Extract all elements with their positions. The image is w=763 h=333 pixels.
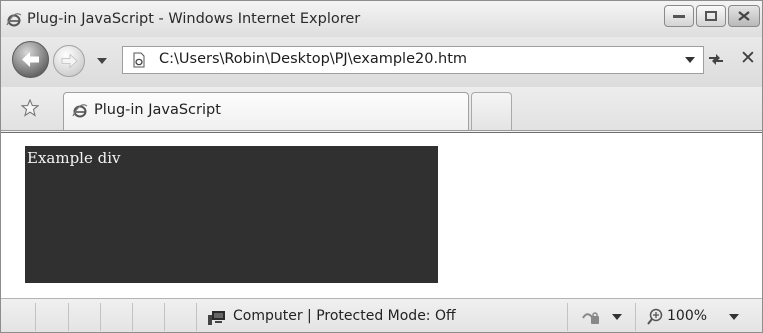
recent-pages-button[interactable]	[96, 54, 108, 64]
title-bar: Plug-in JavaScript - Windows Internet Ex…	[1, 1, 762, 37]
tab-label: Plug-in JavaScript	[94, 102, 221, 118]
forward-button[interactable]	[53, 45, 85, 77]
favorites-star-icon[interactable]	[21, 99, 39, 117]
example-div-text: Example div	[27, 149, 121, 167]
page-icon	[133, 52, 145, 68]
add-on-security-icon[interactable]	[581, 308, 601, 326]
forward-arrow-icon	[61, 53, 78, 69]
status-divider	[35, 303, 36, 331]
navigation-bar: C:\Users\Robin\Desktop\PJ\example20.htm …	[1, 37, 762, 87]
back-arrow-icon	[22, 52, 39, 67]
tab-plug-in-javascript[interactable]: Plug-in JavaScript	[63, 92, 469, 130]
address-bar[interactable]: C:\Users\Robin\Desktop\PJ\example20.htm	[122, 46, 704, 74]
status-divider	[196, 303, 197, 331]
new-tab-button[interactable]	[471, 92, 512, 130]
ie-page-icon	[72, 104, 88, 118]
security-zone-text[interactable]: Computer | Protected Mode: Off	[233, 308, 456, 324]
maximize-icon	[705, 11, 717, 21]
page-content: Example div	[1, 132, 762, 298]
chevron-down-icon	[97, 58, 107, 64]
window-title: Plug-in JavaScript - Windows Internet Ex…	[27, 11, 361, 27]
zoom-dropdown[interactable]	[729, 314, 739, 320]
zoom-icon[interactable]	[647, 308, 664, 325]
maximize-button[interactable]	[696, 5, 726, 27]
example-div: Example div	[25, 146, 438, 283]
refresh-icon	[709, 54, 723, 65]
status-divider	[164, 303, 165, 331]
window-controls	[662, 5, 760, 27]
tab-bar: Plug-in JavaScript	[1, 87, 762, 131]
back-button[interactable]	[12, 41, 49, 78]
minimize-icon	[673, 15, 685, 18]
minimize-button[interactable]	[664, 5, 694, 27]
close-icon	[738, 11, 750, 21]
status-bar: Computer | Protected Mode: Off 100%	[1, 298, 762, 332]
chevron-down-icon	[685, 57, 695, 63]
chevron-down-icon	[729, 314, 739, 320]
zoom-level[interactable]: 100%	[667, 308, 707, 324]
browser-window: Plug-in JavaScript - Windows Internet Ex…	[0, 0, 763, 333]
chevron-down-icon	[612, 314, 622, 320]
stop-button[interactable]: ✕	[739, 49, 757, 68]
status-divider	[68, 303, 69, 331]
computer-zone-icon	[208, 311, 225, 325]
status-divider	[132, 303, 133, 331]
address-text[interactable]: C:\Users\Robin\Desktop\PJ\example20.htm	[159, 51, 467, 67]
close-button[interactable]	[728, 5, 760, 27]
status-divider	[567, 303, 568, 331]
ie-icon	[6, 13, 22, 27]
security-dropdown[interactable]	[612, 314, 622, 320]
status-divider	[100, 303, 101, 331]
address-dropdown[interactable]	[685, 57, 695, 63]
refresh-button[interactable]	[707, 50, 725, 68]
status-divider	[635, 303, 636, 331]
